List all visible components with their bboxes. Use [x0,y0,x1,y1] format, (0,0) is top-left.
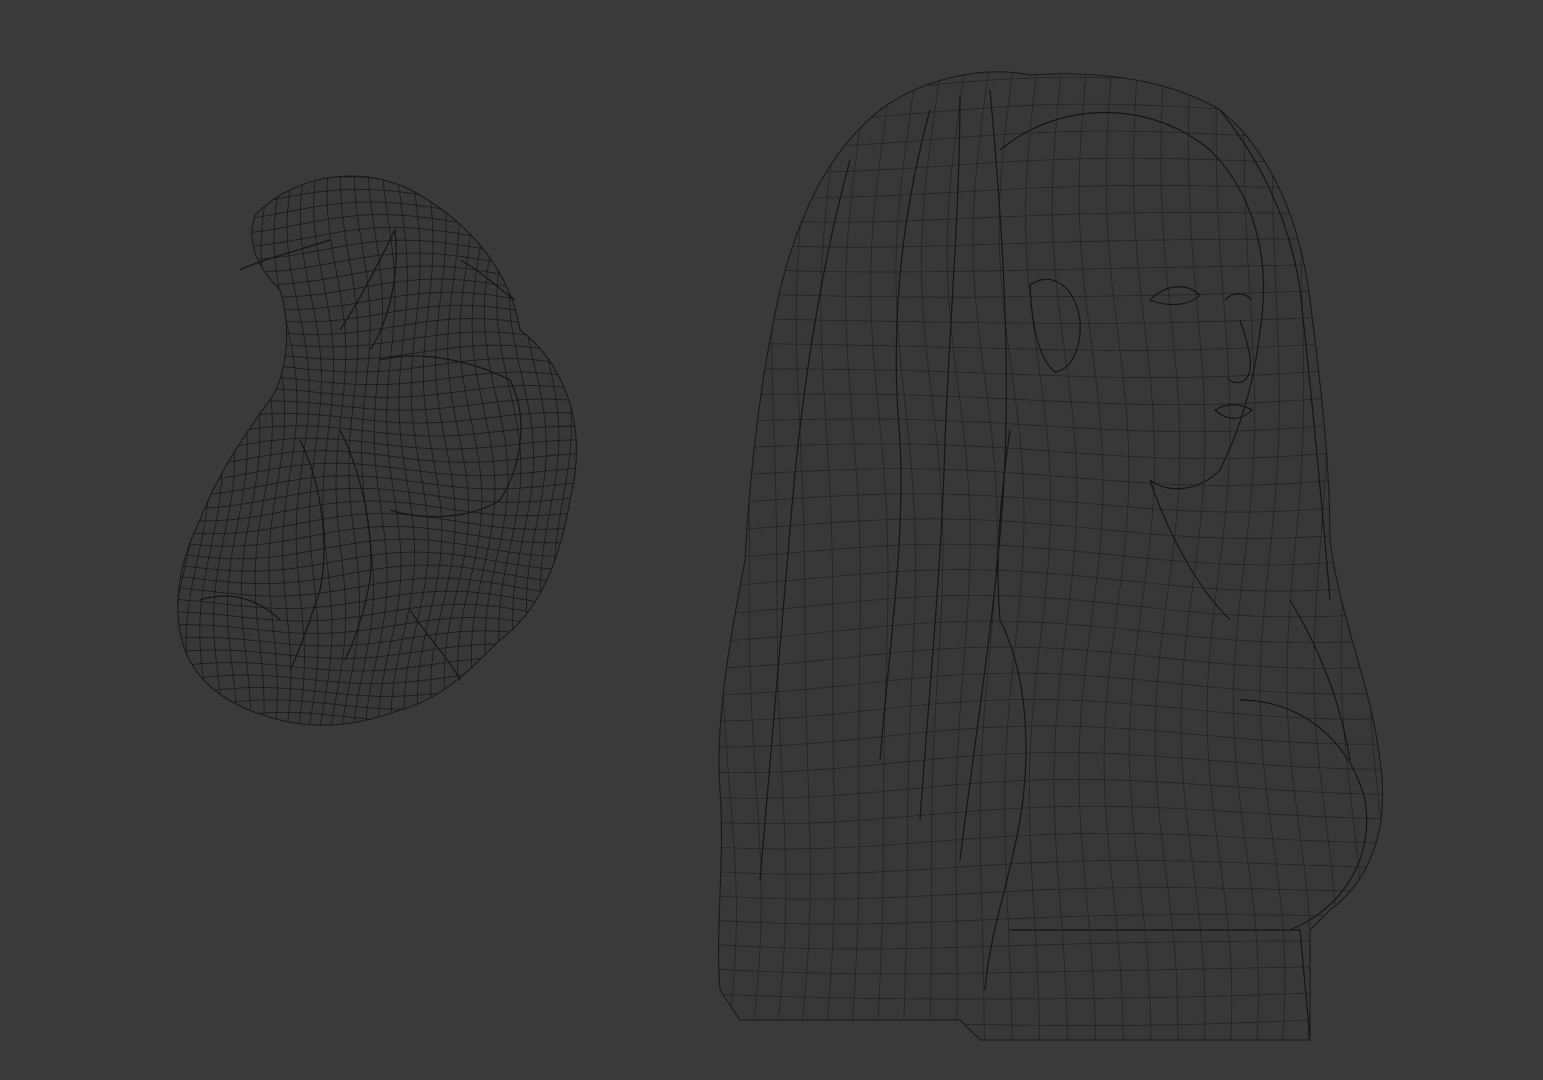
wire-edge [694,60,711,1050]
wire-edge [700,51,1400,71]
wire-edge [1368,71,1383,1040]
wire-edge [177,724,577,726]
wire-edge [586,160,608,740]
female-bust-mesh[interactable] [694,51,1400,1053]
3d-viewport[interactable] [0,0,1543,1080]
wire-edge [177,176,184,726]
wire-edge [170,152,600,171]
wire-edge [700,1042,1400,1052]
hair-bun-mesh[interactable] [159,152,609,741]
bust-silhouette [718,71,1384,1041]
wire-edge [1340,71,1363,1040]
viewport-canvas [159,51,1400,1053]
